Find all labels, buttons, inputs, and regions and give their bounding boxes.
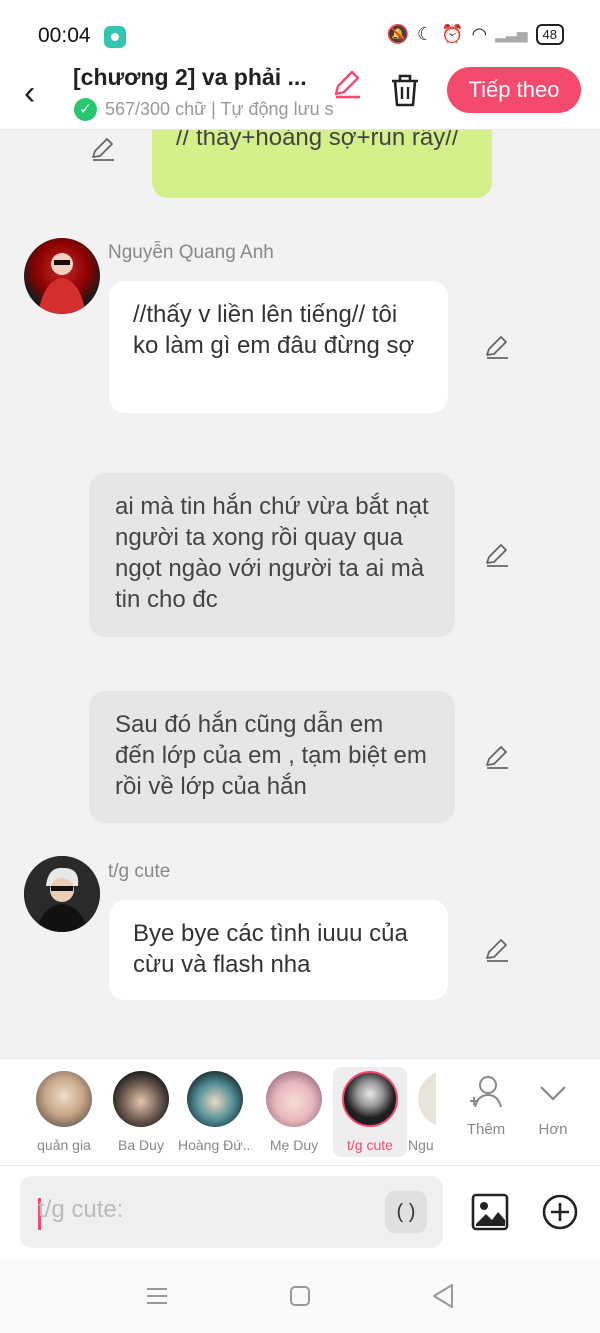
home-icon[interactable] — [288, 1284, 312, 1308]
input-bar: t/g cute: ( ) — [0, 1166, 600, 1260]
edit-message-icon[interactable] — [484, 334, 510, 360]
more-label: Hơn — [538, 1121, 568, 1138]
next-button[interactable]: Tiếp theo — [447, 67, 581, 113]
avatar[interactable] — [24, 856, 100, 932]
battery-icon: 48 — [535, 24, 564, 45]
character-selector[interactable]: quản gia Ba Duy Hoàng Đứ... Mẹ Duy t/g c… — [0, 1058, 600, 1166]
edit-message-icon[interactable] — [484, 542, 510, 568]
narration-bubble[interactable]: ai mà tin hắn chứ vừa bắt nạt người ta x… — [89, 473, 455, 637]
word-count-status: 567/300 chữ | Tự động lưu s — [105, 99, 334, 119]
add-character-button[interactable]: Thêm — [456, 1073, 516, 1138]
narration-bubble[interactable]: Sau đó hắn cũng dẫn em đến lớp của em , … — [89, 691, 455, 823]
character-label: Ngu — [408, 1137, 434, 1153]
character-quan-gia[interactable]: quản gia — [27, 1067, 101, 1153]
alarm-icon: ⏰ — [441, 24, 464, 44]
avatar — [187, 1071, 243, 1127]
add-label: Thêm — [466, 1121, 506, 1138]
character-ba-duy[interactable]: Ba Duy — [104, 1067, 178, 1153]
signal-icon: ▂▃▅ — [495, 26, 528, 42]
status-time: 00:04 — [38, 24, 91, 47]
image-icon[interactable] — [470, 1192, 510, 1232]
back-icon[interactable]: ‹ — [24, 76, 35, 110]
add-user-icon — [470, 1076, 502, 1108]
chevron-down-icon — [540, 1086, 566, 1101]
character-label: Hoàng Đứ... — [178, 1137, 252, 1153]
edit-title-icon[interactable] — [330, 66, 364, 100]
character-label: t/g cute — [347, 1137, 393, 1153]
character-me-duy[interactable]: Mẹ Duy — [257, 1067, 331, 1153]
avatar[interactable] — [24, 238, 100, 314]
edit-message-icon[interactable] — [484, 744, 510, 770]
avatar — [342, 1071, 398, 1127]
character-hoang-duc[interactable]: Hoàng Đứ... — [178, 1067, 252, 1153]
moon-icon: ☾ — [416, 24, 434, 44]
character-label: Mẹ Duy — [269, 1137, 319, 1153]
character-tg-cute[interactable]: t/g cute — [333, 1067, 407, 1157]
mute-icon: 🔕 — [386, 24, 409, 44]
parenthesis-button[interactable]: ( ) — [385, 1191, 427, 1233]
editor-header: ‹ [chương 2] va phải ... ✓ 567/300 chữ |… — [0, 64, 600, 130]
character-label: quản gia — [37, 1137, 91, 1153]
narration-bubble[interactable]: // thấy+hoảng sợ+run rẩy// — [152, 130, 492, 198]
status-icons: 🔕 ☾ ⏰ ◠ ▂▃▅ 48 — [387, 24, 564, 45]
add-icon[interactable] — [540, 1192, 580, 1232]
avatar — [36, 1071, 92, 1127]
message-bubble[interactable]: //thấy v liền lên tiếng// tôi ko làm gì … — [109, 281, 448, 413]
character-label: Ba Duy — [118, 1137, 164, 1153]
chapter-title[interactable]: [chương 2] va phải ... — [73, 64, 323, 91]
chat-area[interactable]: // thấy+hoảng sợ+run rẩy// Nguyễn Quang … — [0, 130, 600, 1058]
avatar — [418, 1071, 436, 1127]
trash-icon[interactable] — [388, 72, 422, 108]
avatar — [113, 1071, 169, 1127]
character-ngu[interactable]: Ngu — [408, 1067, 436, 1153]
character-name: Nguyễn Quang Anh — [108, 242, 274, 263]
avatar — [266, 1071, 322, 1127]
character-name: t/g cute — [108, 861, 171, 882]
system-nav-bar — [0, 1260, 600, 1333]
more-button[interactable]: Hơn — [523, 1073, 583, 1138]
app-notification-icon — [104, 26, 126, 48]
edit-message-icon[interactable] — [484, 937, 510, 963]
status-bar: 00:04 🔕 ☾ ⏰ ◠ ▂▃▅ 48 — [0, 0, 600, 68]
back-nav-icon[interactable] — [430, 1282, 456, 1310]
save-status: ✓ 567/300 chữ | Tự động lưu s — [74, 98, 362, 121]
input-placeholder: t/g cute: — [38, 1196, 124, 1223]
check-icon: ✓ — [74, 98, 97, 121]
message-input[interactable]: t/g cute: ( ) — [20, 1176, 443, 1248]
menu-icon[interactable] — [144, 1284, 170, 1308]
wifi-icon: ◠ — [471, 24, 488, 44]
edit-message-icon[interactable] — [90, 136, 116, 162]
message-bubble[interactable]: Bye bye các tình iuuu của cừu và flash n… — [109, 900, 448, 1000]
